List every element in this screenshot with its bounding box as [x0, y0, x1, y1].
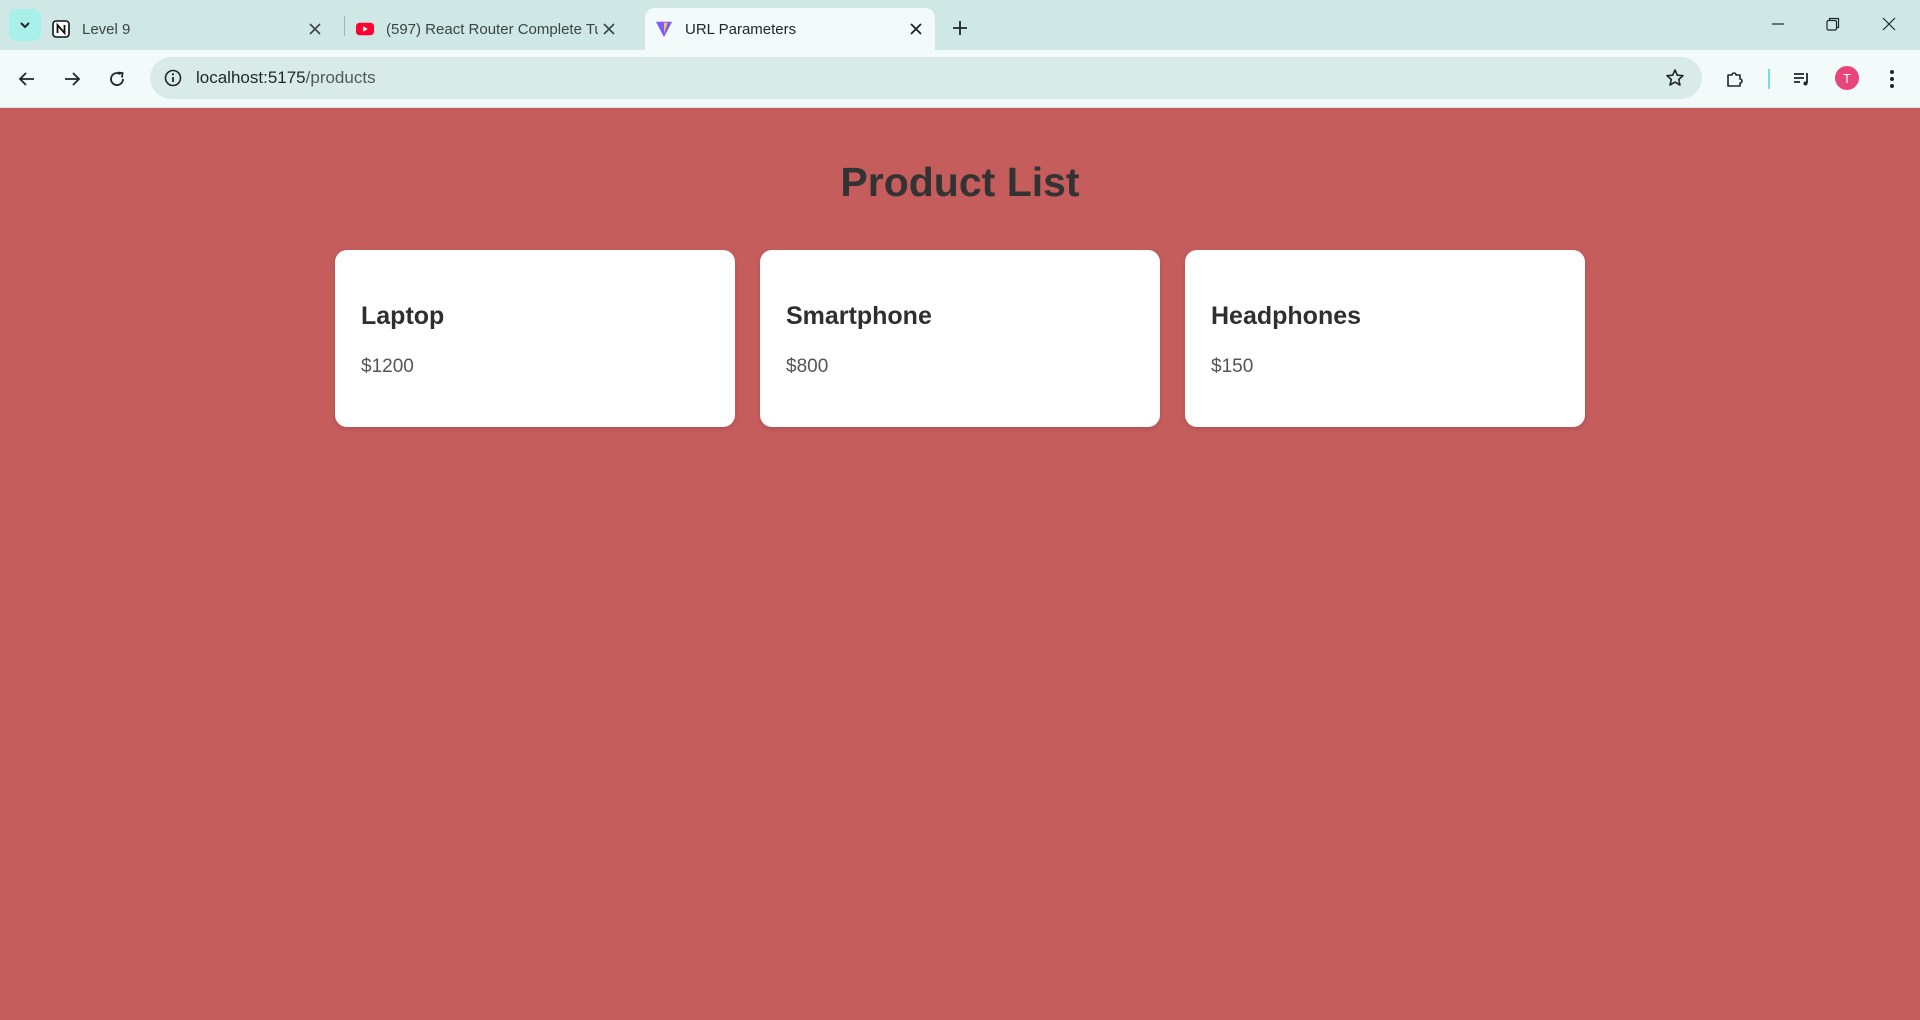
- playlist-icon: [1794, 73, 1808, 86]
- reload-icon: [110, 71, 124, 86]
- url-host: localhost:5175: [196, 68, 306, 87]
- close-icon[interactable]: [905, 18, 927, 40]
- url-text: localhost:5175/products: [196, 57, 376, 99]
- site-info-icon[interactable]: [160, 65, 186, 91]
- bookmark-star-icon[interactable]: [1662, 65, 1688, 91]
- close-icon[interactable]: [304, 18, 326, 40]
- browser-menu-button[interactable]: [1875, 62, 1909, 96]
- product-name: Smartphone: [786, 302, 932, 330]
- tab-react-router-tutorial[interactable]: (597) React Router Complete Tu: [356, 8, 628, 50]
- reload-button[interactable]: [100, 62, 134, 96]
- arrow-right-icon: [65, 72, 81, 86]
- restore-button[interactable]: [1810, 6, 1856, 42]
- tab-title: (597) React Router Complete Tu: [386, 20, 598, 38]
- product-price: $1200: [361, 356, 414, 377]
- notion-icon: [52, 20, 70, 38]
- back-button[interactable]: [10, 62, 44, 96]
- arrow-left-icon: [18, 72, 34, 86]
- restore-icon: [1826, 17, 1840, 31]
- product-name: Laptop: [361, 302, 445, 330]
- tab-separator: [344, 16, 345, 36]
- tab-search-button[interactable]: [9, 9, 41, 41]
- tab-title: Level 9: [82, 20, 131, 38]
- forward-button[interactable]: [55, 62, 89, 96]
- minimize-icon: [1772, 23, 1784, 25]
- more-vertical-icon: [1890, 70, 1894, 88]
- close-icon[interactable]: [598, 18, 620, 40]
- toolbar-divider: [1768, 69, 1770, 89]
- tab-url-parameters[interactable]: URL Parameters: [645, 8, 935, 50]
- plus-icon: [953, 21, 967, 35]
- puzzle-icon: [1727, 72, 1743, 87]
- page-title: Product List: [840, 159, 1080, 205]
- address-bar[interactable]: localhost:5175/products: [150, 57, 1702, 99]
- close-icon: [1882, 17, 1896, 31]
- tab-level-9[interactable]: Level 9: [52, 8, 334, 50]
- media-controls-button[interactable]: [1785, 62, 1819, 96]
- browser-toolbar: localhost:5175/products: [0, 50, 1920, 108]
- product-name: Headphones: [1211, 302, 1362, 330]
- close-window-button[interactable]: [1866, 6, 1912, 42]
- tab-strip: Level 9 (597) React Router Complete Tu U…: [0, 0, 1920, 50]
- chevron-down-icon: [20, 22, 30, 29]
- vite-icon: [655, 20, 673, 38]
- youtube-icon: [356, 20, 374, 38]
- product-card[interactable]: Laptop $1200: [335, 250, 735, 427]
- url-path: /products: [305, 68, 376, 87]
- product-price: $150: [1211, 356, 1254, 377]
- new-tab-button[interactable]: [945, 13, 975, 43]
- minimize-button[interactable]: [1755, 6, 1801, 42]
- product-card[interactable]: Smartphone $800: [760, 250, 1160, 427]
- extensions-button[interactable]: [1718, 62, 1752, 96]
- product-price: $800: [786, 356, 829, 377]
- product-card[interactable]: Headphones $150: [1185, 250, 1585, 427]
- page-content: Product List Laptop $1200 Smartphone $80…: [0, 109, 1920, 1020]
- profile-avatar[interactable]: T: [1835, 66, 1859, 90]
- tab-title: URL Parameters: [685, 20, 797, 38]
